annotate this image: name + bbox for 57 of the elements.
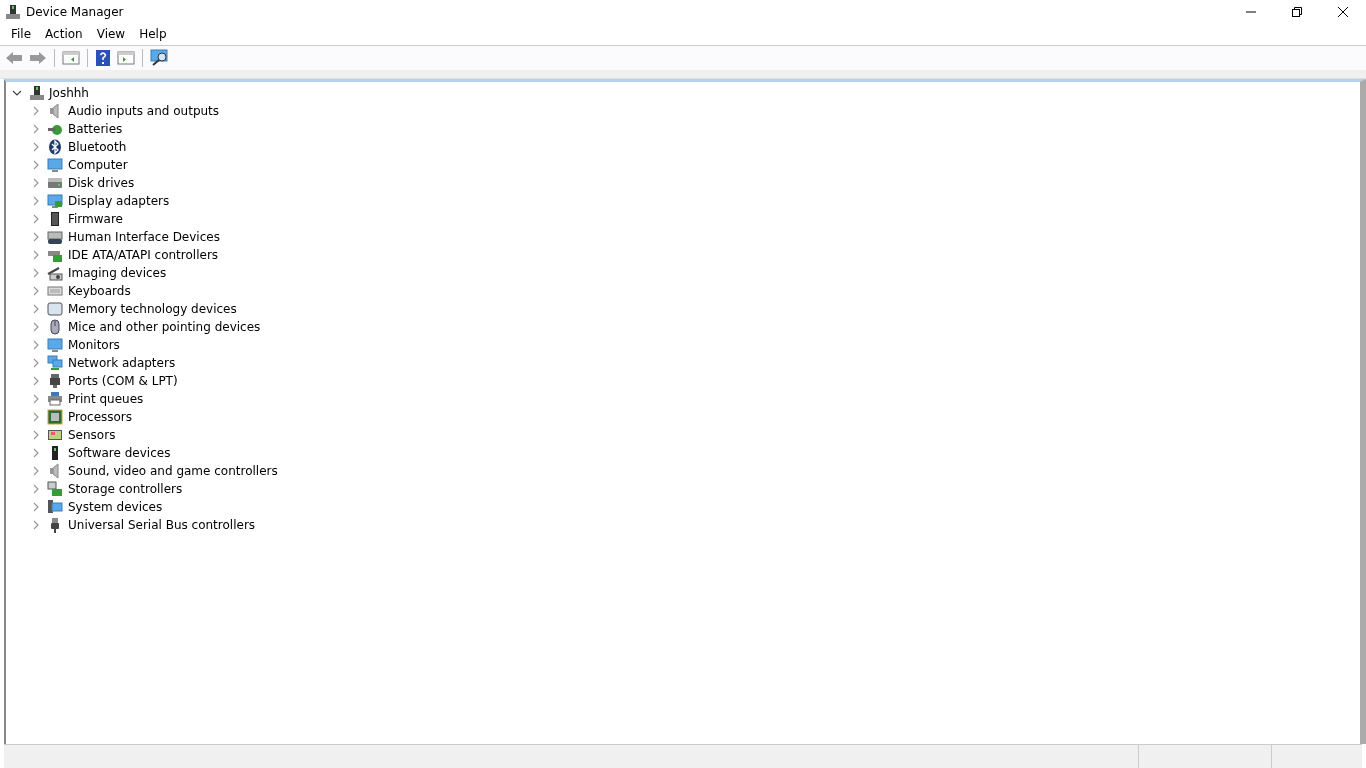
computer-tower-icon [4,3,20,20]
menu-item[interactable]: View [89,25,133,43]
tree-item[interactable]: Computer [68,158,128,172]
monitor-icon [47,337,63,353]
tree-item[interactable]: Imaging devices [68,266,167,280]
processor-icon [47,409,63,425]
tree-item[interactable]: System devices [68,500,163,514]
display-adapter-icon [47,193,63,209]
back-button[interactable] [4,49,24,67]
tree-item[interactable]: Ports (COM & LPT) [68,374,178,388]
tree-item[interactable]: Storage controllers [68,482,183,496]
keyboard-gamepad-icon [47,229,63,245]
tree-item[interactable]: Joshhh [49,86,89,100]
sensor-icon [47,427,63,443]
scan-hardware-button[interactable] [149,48,171,68]
help-button[interactable] [94,48,112,68]
network-icon [47,355,63,371]
tree-item[interactable]: Memory technology devices [68,302,237,316]
tree-item[interactable]: Network adapters [68,356,176,370]
forward-button[interactable] [28,49,48,67]
tree-item[interactable]: Monitors [68,338,120,352]
tree-item[interactable]: Processors [68,410,133,424]
tree-item[interactable]: Mice and other pointing devices [68,320,261,334]
menu-item[interactable]: Help [132,25,174,43]
tree-item[interactable]: Disk drives [68,176,135,190]
tree-item[interactable]: Display adapters [68,194,170,208]
memory-card-icon [47,301,63,317]
system-devices-icon [47,499,63,515]
tree-item[interactable]: Keyboards [68,284,131,298]
tree-item[interactable]: Software devices [68,446,171,460]
tree-item[interactable]: Firmware [68,212,123,226]
close-icon [1338,6,1348,17]
printer-icon [47,391,63,407]
show-hide-tree-button[interactable] [61,49,81,67]
camera-icon [47,265,63,281]
disk-drive-icon [47,175,63,191]
tree-item[interactable]: Sensors [68,428,116,442]
tree-item[interactable]: Universal Serial Bus controllers [68,518,256,532]
tree-item[interactable]: Human Interface Devices [68,230,220,244]
menu-item[interactable]: Action [38,25,90,43]
tree-item[interactable]: IDE ATA/ATAPI controllers [68,248,219,262]
tree-item[interactable]: Audio inputs and outputs [68,104,220,118]
tree-item[interactable]: Batteries [68,122,123,136]
storage-controller-icon [47,481,63,497]
tree-item[interactable]: Print queues [68,392,144,406]
menu-item[interactable]: File [4,25,39,43]
keyboard-icon [47,283,63,299]
monitor-icon [47,157,63,173]
mouse-icon [47,319,63,335]
chevron-icon[interactable] [12,88,22,98]
computer-tower-icon [28,85,44,101]
port-connector-icon [47,373,63,389]
window-title: Device Manager [26,4,125,19]
restore-icon [1292,6,1302,17]
tree-item[interactable]: Bluetooth [68,140,127,154]
bluetooth-icon [47,139,63,155]
tree-item[interactable]: Sound, video and game controllers [68,464,278,478]
